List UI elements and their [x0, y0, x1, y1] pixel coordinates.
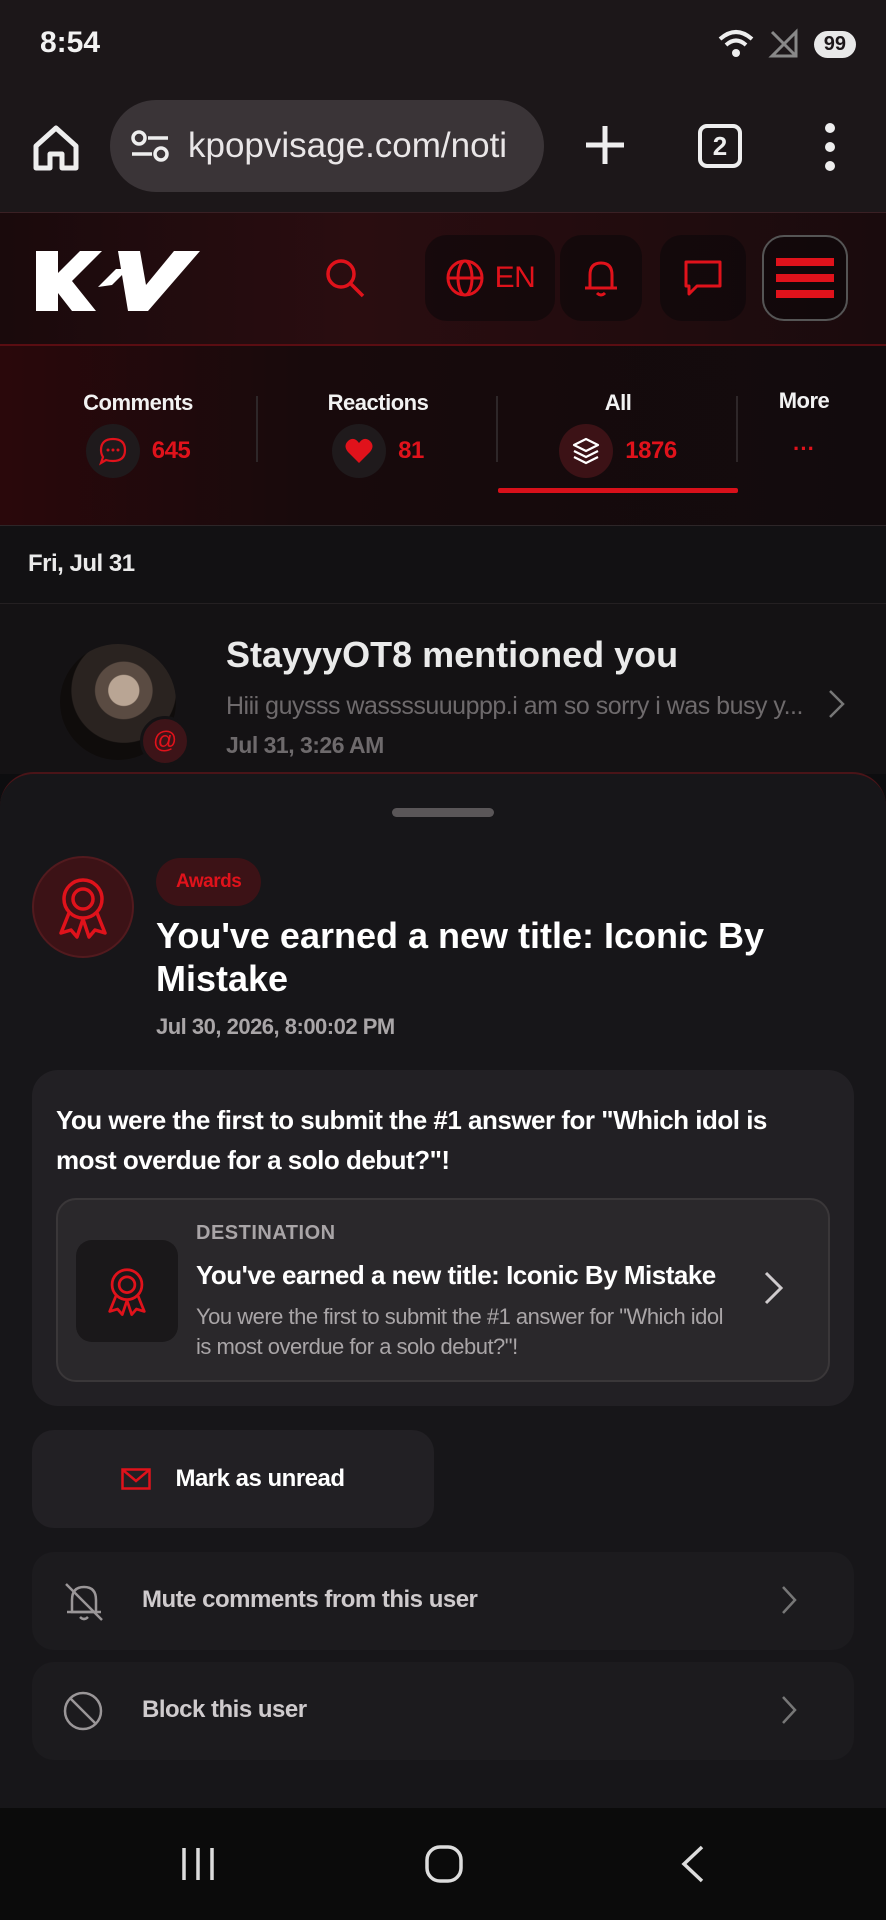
chevron-right-icon	[782, 1586, 797, 1614]
tab-reactions[interactable]: Reactions 81	[280, 346, 476, 526]
block-user-button[interactable]: Block this user	[32, 1662, 854, 1760]
notifications-button[interactable]	[560, 235, 642, 321]
chevron-right-icon	[829, 690, 845, 718]
tab-count: 81	[398, 437, 424, 464]
bell-off-icon	[65, 1583, 103, 1621]
tab-label: More	[778, 388, 830, 413]
tab-divider	[736, 396, 738, 462]
sheet-date: Jul 30, 2026, 8:00:02 PM	[156, 1014, 395, 1039]
block-label: Block this user	[142, 1696, 307, 1723]
mark-unread-button[interactable]: Mark as unread	[32, 1430, 434, 1528]
tab-divider	[256, 396, 258, 462]
date-label: Fri, Jul 31	[28, 550, 135, 577]
browser-toolbar: kpopvisage.com/noti 2	[0, 92, 886, 212]
hamburger-icon	[776, 258, 834, 298]
status-time: 8:54	[40, 26, 101, 59]
site-header: EN	[0, 212, 886, 346]
award-icon	[76, 1240, 178, 1342]
tab-comments[interactable]: Comments 645	[40, 346, 236, 526]
chevron-right-icon	[782, 1696, 797, 1724]
tab-label: Comments	[83, 390, 193, 415]
notification-item[interactable]: @ StayyyOT8 mentioned you Hiii guysss wa…	[0, 604, 886, 774]
detail-description: You were the first to submit the #1 answ…	[56, 1105, 767, 1175]
url-text: kpopvisage.com/noti	[188, 126, 508, 165]
back-icon[interactable]	[678, 1844, 708, 1884]
tab-more[interactable]: More ···	[754, 346, 854, 526]
more-dots-icon: ···	[793, 436, 815, 461]
messages-button[interactable]	[660, 235, 746, 321]
kv-logo[interactable]	[36, 243, 200, 317]
search-button[interactable]	[305, 235, 385, 321]
signal-off-icon	[768, 28, 798, 58]
mute-user-button[interactable]: Mute comments from this user	[32, 1552, 854, 1650]
category-badge: Awards	[156, 858, 262, 906]
home-nav-icon[interactable]	[424, 1844, 464, 1884]
tab-count: 1876	[625, 437, 677, 464]
site-settings-icon[interactable]	[130, 129, 170, 163]
mail-icon	[121, 1468, 152, 1490]
recents-icon[interactable]	[178, 1844, 218, 1884]
system-nav-bar	[0, 1808, 886, 1920]
chevron-right-icon	[764, 1271, 784, 1305]
destination-label: DESTINATION	[196, 1222, 336, 1244]
tab-switcher-button[interactable]: 2	[698, 124, 742, 168]
detail-card: You were the first to submit the #1 answ…	[32, 1070, 854, 1406]
notification-time: Jul 31, 3:26 AM	[226, 732, 384, 758]
status-bar: 8:54 99	[0, 0, 886, 92]
search-icon	[326, 259, 365, 298]
date-group-header: Fri, Jul 31	[0, 526, 886, 604]
more-vert-icon[interactable]	[814, 120, 846, 174]
heart-icon	[332, 424, 387, 478]
tab-count: 645	[151, 437, 191, 464]
home-icon[interactable]	[30, 122, 82, 174]
layers-icon	[559, 424, 614, 478]
globe-icon	[446, 259, 484, 297]
mute-label: Mute comments from this user	[142, 1586, 478, 1613]
tab-all[interactable]: All 1876	[518, 346, 718, 526]
sheet-drag-handle[interactable]	[392, 808, 494, 817]
block-icon	[63, 1691, 103, 1731]
notification-detail-sheet: Awards You've earned a new title: Iconic…	[0, 772, 886, 1808]
destination-title: You've earned a new title: Iconic By Mis…	[196, 1260, 716, 1290]
tab-label: Reactions	[327, 390, 429, 415]
mark-unread-label: Mark as unread	[175, 1465, 345, 1492]
bell-icon	[585, 261, 617, 297]
destination-link[interactable]: DESTINATION You've earned a new title: I…	[56, 1198, 830, 1382]
new-tab-icon[interactable]	[580, 120, 630, 170]
notification-filter-tabs: Comments 645 Reactions 81 All 1876 More …	[0, 346, 886, 526]
status-icons: 99	[718, 28, 856, 60]
notification-title: StayyyOT8 mentioned you	[226, 634, 679, 675]
award-icon	[32, 856, 134, 958]
tab-divider	[496, 396, 498, 462]
comment-icon	[85, 424, 140, 478]
notification-snippet: Hiii guysss wassssuuuppp.i am so sorry i…	[226, 692, 803, 720]
mention-icon: @	[140, 716, 190, 766]
active-tab-indicator	[498, 488, 738, 493]
language-button[interactable]: EN	[425, 235, 555, 321]
address-bar[interactable]: kpopvisage.com/noti	[110, 100, 544, 192]
tab-label: All	[604, 390, 632, 415]
destination-subtitle: You were the first to submit the #1 answ…	[196, 1304, 724, 1359]
sheet-title: You've earned a new title: Iconic By Mis…	[156, 915, 765, 999]
battery-indicator: 99	[813, 30, 856, 58]
menu-button[interactable]	[762, 235, 848, 321]
language-label: EN	[494, 261, 536, 294]
chat-icon	[684, 260, 722, 296]
wifi-icon	[718, 30, 754, 57]
